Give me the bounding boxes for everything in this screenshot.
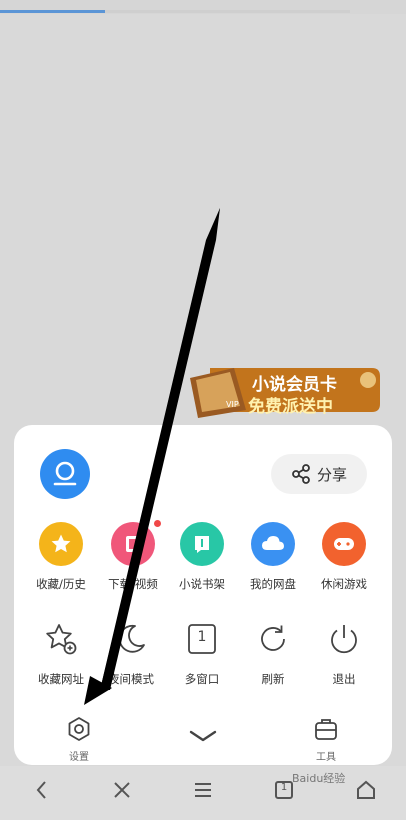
gear-icon <box>64 714 94 744</box>
promo-banner-tag: VIP <box>226 400 239 409</box>
window-count: 1 <box>197 629 207 645</box>
multi-window-icon: 1 <box>180 617 224 661</box>
menu-item-label: 小说书架 <box>179 577 225 591</box>
download-icon <box>111 520 161 566</box>
cloud-icon <box>251 522 295 566</box>
menu-icon <box>195 783 211 797</box>
nav-home-button[interactable] <box>346 772 386 808</box>
menu-item-label: 下载/视频 <box>108 577 158 591</box>
promo-banner[interactable]: 小说会员卡 免费派送中 VIP <box>190 360 380 420</box>
menu-item-label: 退出 <box>332 672 356 686</box>
tools-label: 工具 <box>316 752 336 763</box>
collapse-menu-button[interactable] <box>185 726 221 746</box>
menu-item-cloud-drive[interactable]: 我的网盘 <box>238 522 308 592</box>
menu-item-label: 夜间模式 <box>108 672 154 686</box>
promo-banner-subtitle: 免费派送中 <box>248 397 333 417</box>
nav-back-button[interactable] <box>22 772 62 808</box>
book-icon <box>180 522 224 566</box>
menu-item-exit[interactable]: 退出 <box>309 617 379 687</box>
chevron-left-icon <box>36 781 46 799</box>
star-icon <box>39 522 83 566</box>
nav-menu-button[interactable] <box>183 772 223 808</box>
menu-item-novel-shelf[interactable]: 小说书架 <box>167 522 237 592</box>
chevron-down-icon <box>189 730 217 742</box>
page-load-progress-bar <box>0 10 105 13</box>
settings-button[interactable]: 设置 <box>44 714 114 763</box>
moon-icon <box>109 617 153 661</box>
refresh-icon <box>251 617 295 661</box>
menu-item-label: 收藏网址 <box>38 672 84 686</box>
add-bookmark-icon <box>39 617 83 661</box>
menu-item-night-mode[interactable]: 夜间模式 <box>96 617 166 687</box>
menu-item-downloads-video[interactable]: 下载/视频 <box>98 520 168 592</box>
nav-close-button[interactable] <box>102 772 142 808</box>
menu-item-label: 刷新 <box>261 672 285 686</box>
menu-item-multi-window[interactable]: 1 多窗口 <box>167 617 237 687</box>
share-label: 分享 <box>316 465 347 484</box>
home-icon <box>357 780 375 799</box>
menu-item-label: 多窗口 <box>184 672 220 686</box>
menu-item-label: 收藏/历史 <box>36 577 86 591</box>
menu-item-label: 休闲游戏 <box>321 577 367 591</box>
menu-item-refresh[interactable]: 刷新 <box>238 617 308 687</box>
notification-dot <box>154 520 161 527</box>
share-icon <box>292 464 310 484</box>
menu-item-favorites-history[interactable]: 收藏/历史 <box>26 522 96 592</box>
toolbox-icon <box>311 714 341 744</box>
watermark: Baidu经验 <box>292 772 346 785</box>
user-icon <box>53 461 77 486</box>
menu-item-casual-games[interactable]: 休闲游戏 <box>309 522 379 592</box>
share-button[interactable]: 分享 <box>271 454 367 494</box>
power-icon <box>322 617 366 661</box>
user-avatar[interactable] <box>40 449 90 499</box>
close-icon <box>114 782 130 798</box>
menu-item-bookmark-site[interactable]: 收藏网址 <box>26 617 96 687</box>
menu-item-label: 我的网盘 <box>250 577 296 591</box>
tools-button[interactable]: 工具 <box>291 714 361 763</box>
settings-label: 设置 <box>69 752 89 763</box>
gamepad-icon <box>322 522 366 566</box>
